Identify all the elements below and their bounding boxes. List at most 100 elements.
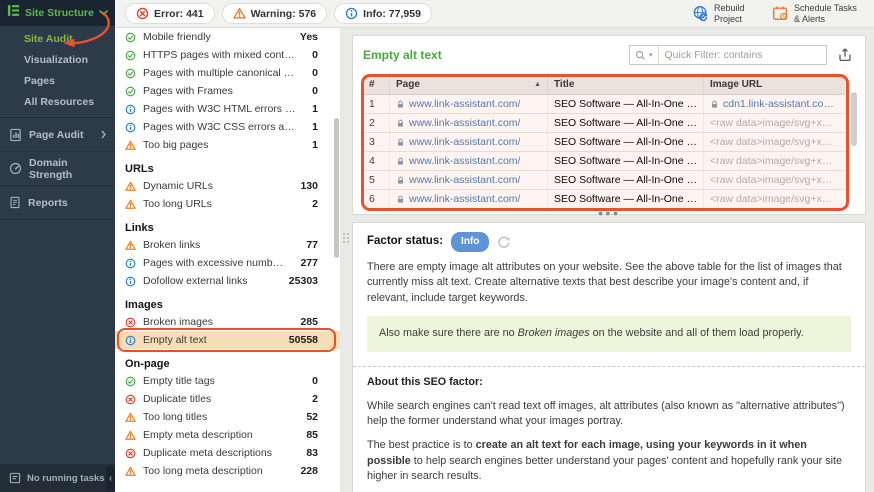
audit-item-mobile-friendly[interactable]: Mobile friendlyYes [115, 28, 340, 46]
table-row[interactable]: 4www.link-assistant.com/SEO Software — A… [363, 152, 845, 171]
audit-item-count: 83 [300, 447, 318, 459]
detail-panel: Empty alt text ▾ #Page▲TitleImage URL1ww… [340, 28, 874, 492]
audit-item-empty-meta-description[interactable]: Empty meta description85 [115, 426, 340, 444]
audit-item-dofollow-external-links[interactable]: Dofollow external links25303 [115, 272, 340, 290]
sidebar-item-page-audit[interactable]: Page Audit [0, 118, 115, 152]
cell-page-url[interactable]: www.link-assistant.com/ [389, 190, 547, 208]
audit-item-count: 2 [306, 198, 318, 210]
audit-item-count: 77 [300, 239, 318, 251]
recheck-icon[interactable] [497, 235, 511, 249]
table-row[interactable]: 2www.link-assistant.com/SEO Software — A… [363, 114, 845, 133]
cell-page-url[interactable]: www.link-assistant.com/ [389, 209, 547, 212]
audit-item-label: Empty meta description [143, 429, 253, 441]
table-row[interactable]: 5www.link-assistant.com/SEO Software — A… [363, 171, 845, 190]
rebuild-project-button[interactable]: Rebuild Project [692, 3, 756, 25]
ok-icon [125, 32, 136, 43]
audit-item-too-long-urls[interactable]: Too long URLs2 [115, 195, 340, 213]
cell-page-url[interactable]: www.link-assistant.com/ [389, 171, 547, 189]
cell-image-url: <raw data>image/svg+xml,%3Csvg%20... [703, 133, 845, 151]
audit-item-too-long-meta-description[interactable]: Too long meta description228 [115, 462, 340, 480]
cell-image-url[interactable]: cdn1.link-assistant.com/images/com... [703, 95, 845, 113]
sidebar-sections: Page Audit Domain StrengthReports [0, 118, 115, 220]
sidebar-item-all-resources[interactable]: All Resources [0, 92, 115, 113]
audit-item-empty-title-tags[interactable]: Empty title tags0 [115, 372, 340, 390]
column-header-page[interactable]: Page▲ [389, 74, 547, 94]
quick-filter-input[interactable] [659, 49, 826, 61]
audit-item-pages-with-multiple-canonical-urls[interactable]: Pages with multiple canonical URLs0 [115, 64, 340, 82]
cell-row-number: 4 [363, 152, 389, 170]
search-mode-dropdown[interactable]: ▾ [630, 46, 659, 64]
warning-icon [125, 181, 136, 192]
warning-icon [125, 140, 136, 151]
results-card-header: Empty alt text ▾ [361, 36, 857, 74]
column-header-title[interactable]: Title [547, 74, 703, 94]
audit-item-dynamic-urls[interactable]: Dynamic URLs130 [115, 177, 340, 195]
info-count-badge[interactable]: Info: 77,959 [334, 3, 432, 24]
panel-splitter-handle[interactable] [343, 233, 349, 243]
error-icon [125, 394, 136, 405]
sidebar-item-label: Page Audit [29, 129, 83, 141]
badge-label: Warning: 576 [251, 8, 317, 20]
table-row[interactable]: 6www.link-assistant.com/SEO Software — A… [363, 190, 845, 209]
column-header-image-url[interactable]: Image URL [703, 74, 845, 94]
cell-page-url[interactable]: www.link-assistant.com/ [389, 95, 547, 113]
audit-item-count: 228 [294, 465, 318, 477]
info-icon [125, 258, 136, 269]
tasks-icon [9, 472, 21, 484]
audit-item-too-big-pages[interactable]: Too big pages1 [115, 136, 340, 154]
audit-item-pages-with-excessive-number-of-links[interactable]: Pages with excessive number of links277 [115, 254, 340, 272]
sidebar-item-site-audit[interactable]: Site Audit [0, 29, 115, 50]
audit-item-empty-alt-text[interactable]: Empty alt text50558 [115, 331, 340, 349]
cell-row-number: 6 [363, 190, 389, 208]
about-paragraph-2: The best practice is to create an alt te… [367, 438, 851, 485]
audit-item-duplicate-meta-descriptions[interactable]: Duplicate meta descriptions83 [115, 444, 340, 462]
audit-item-pages-with-w3c-css-errors-and-warnings[interactable]: Pages with W3C CSS errors and warnings1 [115, 118, 340, 136]
audit-item-duplicate-titles[interactable]: Duplicate titles2 [115, 390, 340, 408]
sort-asc-icon: ▲ [534, 81, 541, 88]
section-header-images: Images [115, 295, 340, 313]
factor-status-label: Factor status: [367, 233, 443, 250]
sidebar-item-pages[interactable]: Pages [0, 71, 115, 92]
audit-item-broken-images[interactable]: Broken images285 [115, 313, 340, 331]
table-row[interactable]: 3www.link-assistant.com/SEO Software — A… [363, 133, 845, 152]
sidebar-header-site-structure[interactable]: Site Structure [0, 0, 115, 26]
cell-row-number: 2 [363, 114, 389, 132]
audit-item-count: 1 [306, 139, 318, 151]
lock-icon [396, 195, 405, 204]
table-scrollbar[interactable] [851, 92, 857, 146]
audit-item-too-long-titles[interactable]: Too long titles52 [115, 408, 340, 426]
audit-item-count: Yes [294, 31, 318, 43]
export-icon[interactable] [835, 45, 855, 65]
results-card: Empty alt text ▾ #Page▲TitleImage URL1ww… [352, 35, 866, 215]
audit-item-label: Broken images [143, 316, 213, 328]
audit-list-scrollbar[interactable] [334, 118, 339, 258]
warning-icon [125, 412, 136, 423]
sidebar-item-reports[interactable]: Reports [0, 186, 115, 220]
status-badges: Error: 441 Warning: 576 Info: 77,959 [125, 3, 432, 24]
table-resize-handle[interactable]: ●●● [598, 209, 620, 217]
collapse-sidebar-button[interactable]: ‹ [106, 466, 115, 490]
cell-page-url[interactable]: www.link-assistant.com/ [389, 133, 547, 151]
cell-page-url[interactable]: www.link-assistant.com/ [389, 114, 547, 132]
error-count-badge[interactable]: Error: 441 [125, 3, 215, 24]
sidebar-item-visualization[interactable]: Visualization [0, 50, 115, 71]
cell-image-url: <raw data>image/svg+xml,%3Csvg%20... [703, 152, 845, 170]
warning-count-badge[interactable]: Warning: 576 [222, 3, 328, 24]
audit-item-count: 50558 [283, 334, 318, 346]
cell-page-url[interactable]: www.link-assistant.com/ [389, 152, 547, 170]
audit-item-broken-links[interactable]: Broken links77 [115, 236, 340, 254]
audit-item-count: 1 [306, 103, 318, 115]
schedule-tasks-button[interactable]: Schedule Tasks & Alerts [772, 3, 864, 25]
audit-item-https-pages-with-mixed-content-issues[interactable]: HTTPS pages with mixed content issues0 [115, 46, 340, 64]
audit-item-count: 0 [306, 49, 318, 61]
topbar: Error: 441 Warning: 576 Info: 77,959 Rebui… [115, 0, 874, 28]
audit-item-pages-with-frames[interactable]: Pages with Frames0 [115, 82, 340, 100]
table-row[interactable]: 1www.link-assistant.com/SEO Software — A… [363, 95, 845, 114]
note-italic: Broken images [518, 327, 590, 339]
sidebar-item-domain-strength[interactable]: Domain Strength [0, 152, 115, 186]
audit-item-pages-with-w3c-html-errors-and-warnings[interactable]: Pages with W3C HTML errors and warnings1 [115, 100, 340, 118]
rebuild-project-label: Rebuild Project [714, 3, 756, 25]
audit-item-label: Pages with excessive number of links [143, 257, 287, 269]
website-auditor-app: Site Structure Site AuditVisualizationPa… [0, 0, 874, 492]
column-header--[interactable]: # [363, 74, 389, 94]
